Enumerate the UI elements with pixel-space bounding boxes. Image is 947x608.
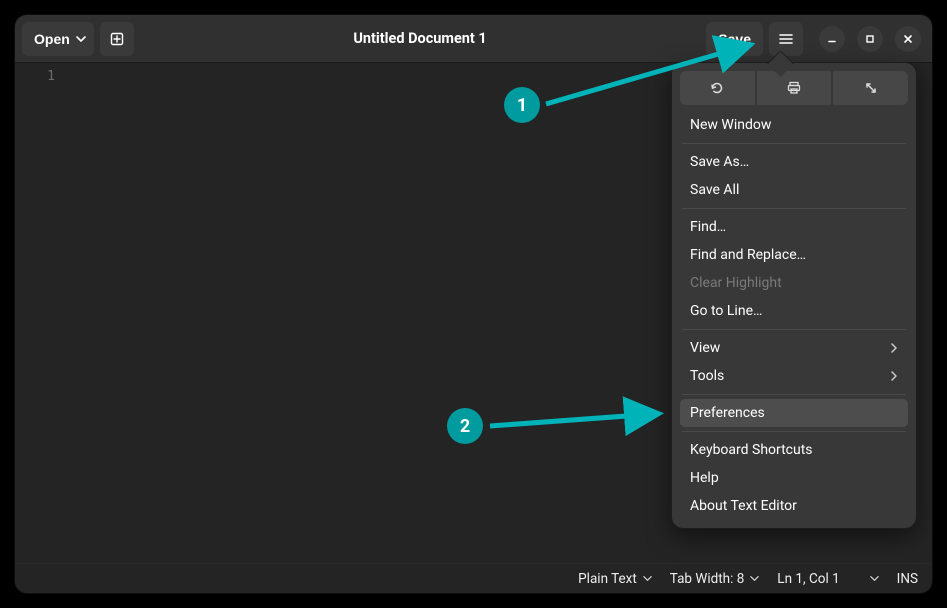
chevron-down-icon [870, 574, 879, 583]
menu-separator [682, 329, 906, 330]
menu-separator [682, 143, 906, 144]
menu-separator [682, 431, 906, 432]
menu-find-replace[interactable]: Find and Replace… [680, 241, 908, 269]
new-tab-button[interactable] [100, 22, 134, 56]
language-label: Plain Text [578, 571, 637, 587]
close-button[interactable] [895, 26, 921, 52]
menu-keyboard-shortcuts[interactable]: Keyboard Shortcuts [680, 436, 908, 464]
insert-mode-label: INS [897, 571, 918, 587]
chevron-down-icon [643, 574, 652, 583]
line-gutter: 1 [15, 63, 63, 563]
hamburger-popover: New Window Save As… Save All Find… Find … [671, 62, 917, 529]
chevron-down-icon [750, 574, 759, 583]
position-label: Ln 1, Col 1 [777, 571, 839, 587]
print-button[interactable] [757, 71, 832, 105]
annotation-badge-1: 1 [504, 87, 540, 123]
menu-tools[interactable]: Tools [680, 362, 908, 390]
insert-mode[interactable]: INS [897, 571, 918, 587]
menu-preferences[interactable]: Preferences [680, 399, 908, 427]
hamburger-icon [778, 31, 794, 47]
tab-width-label: Tab Width: 8 [670, 571, 745, 587]
menu-help[interactable]: Help [680, 464, 908, 492]
statusbar: Plain Text Tab Width: 8 Ln 1, Col 1 INS [15, 563, 932, 593]
fullscreen-button[interactable] [833, 71, 908, 105]
menu-save-all[interactable]: Save All [680, 176, 908, 204]
chevron-down-icon [76, 34, 86, 44]
annotation-badge-2: 2 [447, 408, 483, 444]
maximize-button[interactable] [857, 26, 883, 52]
chevron-right-icon [890, 371, 898, 381]
menu-new-window[interactable]: New Window [680, 111, 908, 139]
menu-goto-line[interactable]: Go to Line… [680, 297, 908, 325]
new-tab-icon [109, 31, 125, 47]
annotation-arrow-2 [486, 408, 666, 438]
maximize-icon [864, 33, 876, 45]
hamburger-menu-button[interactable] [769, 22, 803, 56]
open-label: Open [34, 31, 70, 47]
minimize-icon [826, 33, 838, 45]
menu-separator [682, 208, 906, 209]
menu-clear-highlight: Clear Highlight [680, 269, 908, 297]
language-selector[interactable]: Plain Text [578, 571, 652, 587]
menu-find[interactable]: Find… [680, 213, 908, 241]
print-icon [786, 80, 802, 96]
chevron-right-icon [890, 343, 898, 353]
close-icon [902, 33, 914, 45]
menu-save-as[interactable]: Save As… [680, 148, 908, 176]
line-number: 1 [15, 69, 55, 84]
window-controls [819, 26, 921, 52]
headerbar: Open Untitled Document 1 Save [15, 15, 932, 63]
fullscreen-icon [863, 80, 879, 96]
open-button[interactable]: Open [22, 22, 94, 56]
minimize-button[interactable] [819, 26, 845, 52]
annotation-arrow-1 [540, 38, 760, 113]
menu-about[interactable]: About Text Editor [680, 492, 908, 520]
menu-separator [682, 394, 906, 395]
cursor-position[interactable]: Ln 1, Col 1 [777, 571, 878, 587]
tab-width-selector[interactable]: Tab Width: 8 [670, 571, 760, 587]
menu-view[interactable]: View [680, 334, 908, 362]
